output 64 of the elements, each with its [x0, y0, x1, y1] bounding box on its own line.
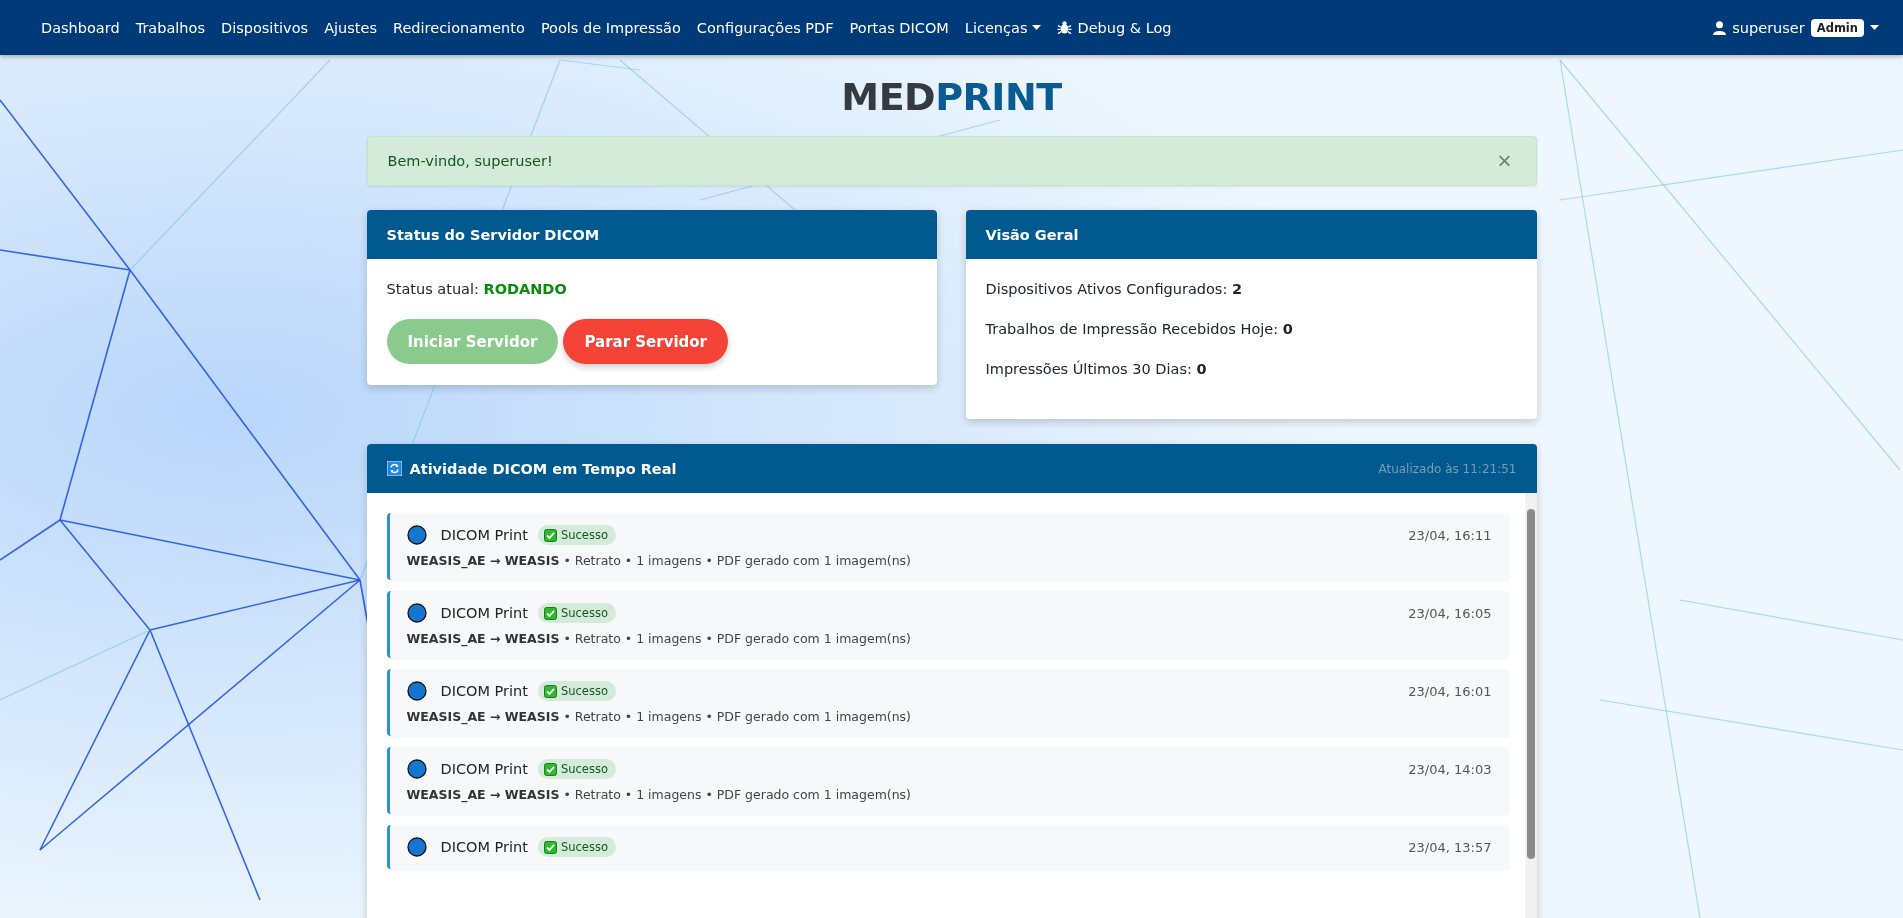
nav-link[interactable]: Configurações PDF — [689, 11, 841, 44]
overview-stat: Trabalhos de Impressão Recebidos Hoje: 0 — [985, 320, 1294, 339]
caret-icon — [1870, 24, 1879, 31]
event-time: 23/04, 14:03 — [1408, 761, 1492, 777]
status-badge: Sucesso — [537, 681, 616, 701]
user-icon — [1713, 20, 1727, 35]
card-title: Status do Servidor DICOM — [386, 226, 600, 243]
event-time: 23/04, 13:57 — [1408, 839, 1492, 855]
event-details: WEASIS_AE → WEASIS • Retrato • 1 imagens • PDF gerado com 1 imagem(ns) — [406, 787, 912, 802]
event-details: WEASIS_AE → WEASIS • Retrato • 1 imagens • PDF gerado com 1 imagem(ns) — [406, 553, 912, 568]
nav-link[interactable]: Portas DICOM — [842, 11, 956, 44]
bug-icon — [1057, 20, 1073, 35]
event-title: DICOM Print — [440, 527, 528, 543]
check-icon — [543, 762, 557, 776]
activity-item[interactable]: DICOM Print Sucesso 23/04, 14:03 WEASIS_AE → WEASIS • Retrato • 1 imagens • PDF gerado com 1 imagem(ns) — [386, 747, 1509, 814]
nav-link[interactable]: Trabalhos — [128, 11, 212, 44]
event-time: 23/04, 16:05 — [1408, 605, 1492, 621]
role-badge: Admin — [1810, 18, 1864, 37]
check-icon — [543, 840, 557, 854]
event-title: DICOM Print — [440, 839, 528, 855]
status-badge: Sucesso — [537, 837, 616, 857]
check-icon — [543, 528, 557, 542]
event-time: 23/04, 16:01 — [1408, 683, 1492, 699]
circle-icon — [406, 525, 427, 545]
check-icon — [543, 684, 557, 698]
status-badge: Sucesso — [537, 603, 616, 623]
server-status: Status atual: RODANDO — [386, 280, 568, 299]
caret-icon — [1032, 24, 1042, 31]
nav-dropdown[interactable]: Licenças — [957, 11, 1049, 44]
circle-icon — [406, 603, 427, 623]
updated-time: Atualizado às 11:21:51 — [1378, 461, 1517, 476]
circle-icon — [406, 759, 427, 779]
overview-stat: Dispositivos Ativos Configurados: 2 — [985, 280, 1243, 299]
scrollbar[interactable] — [1524, 493, 1537, 918]
event-time: 23/04, 16:11 — [1408, 527, 1492, 543]
activity-item[interactable]: DICOM Print Sucesso 23/04, 16:01 WEASIS_AE → WEASIS • Retrato • 1 imagens • PDF gerado com 1 imagem(ns) — [386, 669, 1509, 736]
status-badge: Sucesso — [537, 525, 616, 545]
scroll-thumb[interactable] — [1526, 509, 1535, 859]
activity-item[interactable]: DICOM Print Sucesso 23/04, 16:11 WEASIS_AE → WEASIS • Retrato • 1 imagens • PDF gerado com 1 imagem(ns) — [386, 513, 1509, 580]
card-title: Visão Geral — [985, 226, 1079, 243]
circle-icon — [406, 681, 427, 701]
event-details: WEASIS_AE → WEASIS • Retrato • 1 imagens • PDF gerado com 1 imagem(ns) — [406, 709, 912, 724]
nav-link[interactable]: Redirecionamento — [386, 11, 532, 44]
nav-link[interactable]: Dashboard — [34, 11, 127, 44]
event-title: DICOM Print — [440, 605, 528, 621]
event-details: WEASIS_AE → WEASIS • Retrato • 1 imagens • PDF gerado com 1 imagem(ns) — [406, 631, 912, 646]
overview-stat: Impressões Últimos 30 Dias: 0 — [985, 359, 1208, 379]
stop-server-button[interactable]: Parar Servidor — [563, 319, 728, 364]
refresh-icon — [386, 461, 402, 476]
activity-item[interactable]: DICOM Print Sucesso 23/04, 16:05 WEASIS_AE → WEASIS • Retrato • 1 imagens • PDF gerado com 1 imagem(ns) — [386, 591, 1509, 658]
brand-logo: MEDPRINT — [840, 77, 1063, 117]
check-icon — [543, 606, 557, 620]
circle-icon — [406, 837, 427, 857]
nav-link[interactable]: Pools de Impressão — [533, 11, 688, 44]
card-title: Atividade DICOM em Tempo Real — [409, 460, 677, 477]
nav-link[interactable]: Dispositivos — [214, 11, 316, 44]
status-badge: Sucesso — [537, 759, 616, 779]
user-menu[interactable]: superuser Admin — [1713, 18, 1879, 37]
alert-message: Bem-vindo, superuser! — [387, 153, 553, 169]
nav-link[interactable]: Ajustes — [317, 11, 384, 44]
event-title: DICOM Print — [440, 683, 528, 699]
nav-link[interactable]: Debug & Log — [1050, 11, 1179, 44]
activity-item[interactable]: DICOM Print Sucesso 23/04, 13:57 — [386, 825, 1509, 869]
event-title: DICOM Print — [440, 761, 528, 777]
